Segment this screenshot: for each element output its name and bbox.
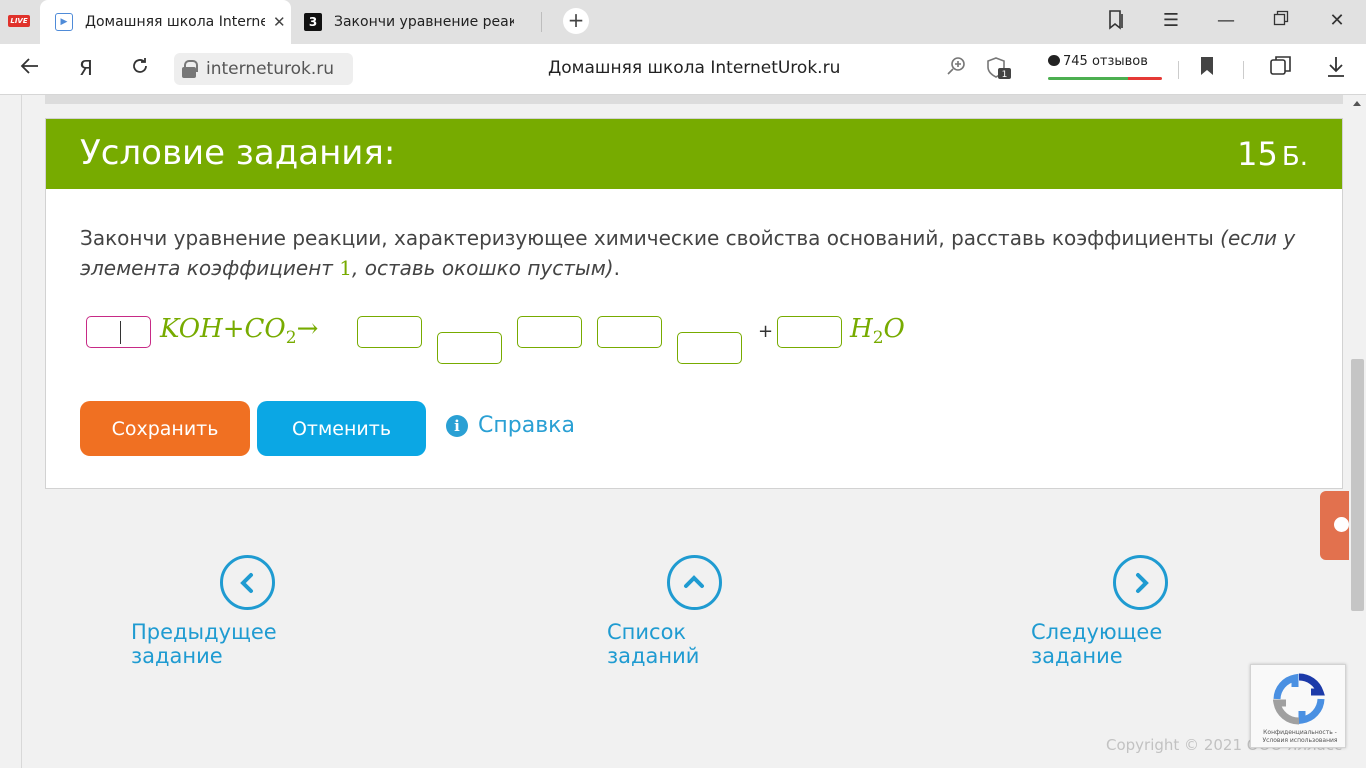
play-favicon-icon: ▶ xyxy=(55,13,73,31)
address-bar: Я interneturok.ru Домашняя школа Interne… xyxy=(0,44,1366,95)
task-points: 15 Б. xyxy=(1237,135,1308,173)
task-header-title: Условие задания: xyxy=(80,133,396,173)
points-unit: Б. xyxy=(1281,142,1308,172)
tab-divider xyxy=(541,12,542,32)
tab-title: Домашняя школа InternetUrok.ru xyxy=(85,14,265,30)
restore-icon[interactable] xyxy=(1269,10,1293,31)
browser-tab-strip: LIVE ▶ Домашняя школа InternetUrok.ru ✕ … xyxy=(0,0,1366,44)
page-title: Домашняя школа InternetUrok.ru xyxy=(548,58,841,78)
download-icon[interactable] xyxy=(1322,56,1350,83)
product-element-input-1[interactable] xyxy=(517,316,582,348)
chevron-right-icon xyxy=(1113,555,1168,610)
reviews-rating-bar xyxy=(1048,77,1162,80)
url-field[interactable]: interneturok.ru xyxy=(174,53,353,85)
task-list-link[interactable]: Список заданий xyxy=(607,555,781,668)
minimize-icon[interactable]: — xyxy=(1214,10,1238,31)
bookmarks-panel-icon[interactable] xyxy=(1104,10,1128,35)
recaptcha-logo-icon xyxy=(1273,673,1325,725)
bookmark-icon[interactable] xyxy=(1193,56,1221,81)
menu-icon[interactable]: ☰ xyxy=(1159,10,1183,31)
feedback-icon xyxy=(1334,517,1349,532)
next-task-link[interactable]: Следующее задание xyxy=(1031,555,1250,668)
chevron-up-icon xyxy=(666,555,722,610)
toolbar-divider xyxy=(1178,61,1179,79)
tab-interneturok-home[interactable]: ▶ Домашняя школа InternetUrok.ru ✕ xyxy=(40,0,291,44)
reload-icon[interactable] xyxy=(126,56,154,81)
product-element-input-2[interactable] xyxy=(597,316,662,348)
feedback-tab[interactable] xyxy=(1320,491,1349,560)
product-index-input-2[interactable] xyxy=(677,332,742,364)
cancel-button[interactable]: Отменить xyxy=(257,401,426,456)
recaptcha-note: Конфиденциальность - Условия использован… xyxy=(1262,729,1338,744)
zoom-icon[interactable] xyxy=(943,56,971,81)
page-left-gutter xyxy=(0,95,22,768)
reviews-count: 745 отзывов xyxy=(1063,54,1148,69)
back-arrow-icon[interactable] xyxy=(16,56,44,81)
coefficient-input-koh[interactable] xyxy=(86,316,151,348)
water-formula: H2O xyxy=(850,314,905,349)
previous-card-bottom xyxy=(45,95,1343,104)
equation-row: KOH+CO2→ + H2O xyxy=(46,309,1342,369)
close-tab-icon[interactable]: ✕ xyxy=(273,13,286,31)
product-coefficient-input-1[interactable] xyxy=(357,316,422,348)
url-text: interneturok.ru xyxy=(206,59,335,79)
task-text: Закончи уравнение реакции, характеризующ… xyxy=(80,226,1214,250)
scroll-up-icon[interactable] xyxy=(1353,101,1361,106)
points-value: 15 xyxy=(1237,135,1278,173)
recaptcha-badge[interactable]: Конфиденциальность - Условия использован… xyxy=(1250,664,1346,748)
lock-icon xyxy=(182,60,198,78)
new-tab-button[interactable]: + xyxy=(563,8,589,34)
toolbar-divider xyxy=(1243,61,1244,79)
tab-equation-search[interactable]: 3 Закончи уравнение реакции xyxy=(292,0,542,44)
help-label: Справка xyxy=(478,413,575,438)
close-window-icon[interactable]: ✕ xyxy=(1325,10,1349,31)
water-coefficient-input[interactable] xyxy=(777,316,842,348)
tab-favicon-icon: 3 xyxy=(304,13,322,31)
scroll-thumb[interactable] xyxy=(1351,359,1364,611)
task-statement: Закончи уравнение реакции, характеризующ… xyxy=(80,226,1296,280)
collections-icon[interactable] xyxy=(1267,56,1295,81)
yandex-logo-icon[interactable]: Я xyxy=(72,56,100,80)
live-badge-icon[interactable]: LIVE xyxy=(8,15,30,27)
task-list-label: Список заданий xyxy=(607,620,700,668)
tab-title: Закончи уравнение реакции xyxy=(334,14,514,30)
next-task-label: Следующее задание xyxy=(1031,620,1163,668)
save-button[interactable]: Сохранить xyxy=(80,401,250,456)
speech-bubble-icon xyxy=(1048,55,1060,66)
prev-task-label: Предыдущее задание xyxy=(131,620,277,668)
page-scrollbar[interactable] xyxy=(1349,95,1366,768)
plus-sign: + xyxy=(758,321,774,342)
chevron-left-icon xyxy=(220,555,275,610)
svg-text:1: 1 xyxy=(1002,70,1008,80)
prev-task-link[interactable]: Предыдущее задание xyxy=(131,555,364,668)
task-header: Условие задания: 15 Б. xyxy=(46,119,1342,189)
reactant-formula: KOH+CO2→ xyxy=(160,314,319,349)
reviews-widget[interactable]: 745 отзывов xyxy=(1048,54,1162,80)
text-cursor xyxy=(120,321,121,344)
help-link[interactable]: i Справка xyxy=(446,413,575,438)
protect-shield-icon[interactable]: 1 xyxy=(985,56,1013,85)
product-index-input-1[interactable] xyxy=(437,332,502,364)
info-icon: i xyxy=(446,414,468,437)
task-card: Условие задания: 15 Б. Закончи уравнение … xyxy=(45,118,1343,489)
hint-number: 1 xyxy=(339,256,353,280)
